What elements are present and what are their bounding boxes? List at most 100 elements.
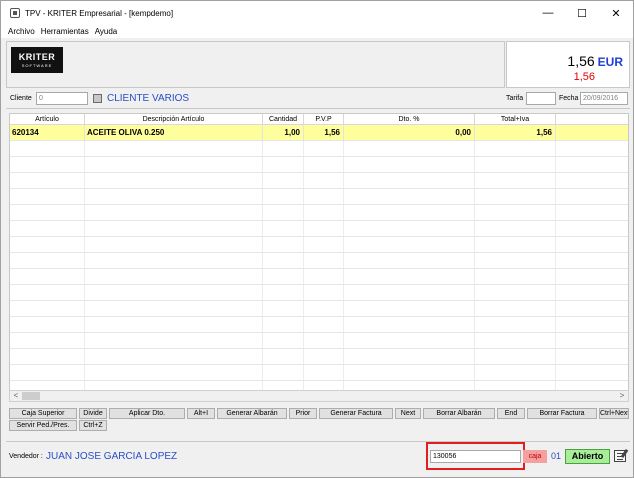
divide-button[interactable]: Divide <box>79 408 107 419</box>
generar-factura-button[interactable]: Generar Factura <box>319 408 393 419</box>
empty-table-row[interactable] <box>10 157 628 173</box>
client-row: Cliente 0 CLIENTE VARIOS Tarifa Fecha 20… <box>6 89 630 109</box>
empty-table-row[interactable] <box>10 333 628 349</box>
fecha-label: Fecha <box>559 95 579 102</box>
grid-header: Artículo Descripción Artículo Cantidad P… <box>10 114 628 125</box>
client-label: Cliente <box>10 95 32 102</box>
empty-cell <box>85 173 263 189</box>
next-button[interactable]: Next <box>395 408 421 419</box>
table-row[interactable]: 620134 ACEITE OLIVA 0.250 1,00 1,56 0,00… <box>10 125 628 141</box>
col-pvp[interactable]: P.V.P <box>304 114 344 125</box>
logo-main-text: KRITER <box>18 52 56 62</box>
empty-table-row[interactable] <box>10 349 628 365</box>
empty-cell <box>304 189 344 205</box>
scroll-thumb[interactable] <box>22 392 40 400</box>
empty-cell <box>10 189 85 205</box>
empty-cell <box>263 237 304 253</box>
col-cantidad[interactable]: Cantidad <box>263 114 304 125</box>
empty-cell <box>85 269 263 285</box>
vendor-name: JUAN JOSE GARCIA LOPEZ <box>46 451 178 462</box>
empty-cell <box>85 157 263 173</box>
empty-cell <box>263 349 304 365</box>
empty-table-row[interactable] <box>10 301 628 317</box>
col-articulo[interactable]: Artículo <box>10 114 85 125</box>
caja-label: caja <box>523 450 547 463</box>
kriter-logo: KRITER SOFTWARE <box>11 47 63 73</box>
empty-cell <box>10 253 85 269</box>
alt-i-button[interactable]: Alt+I <box>187 408 215 419</box>
menu-ayuda[interactable]: Ayuda <box>95 27 118 36</box>
empty-table-row[interactable] <box>10 365 628 381</box>
cell-descripcion: ACEITE OLIVA 0.250 <box>85 125 263 141</box>
empty-cell <box>475 221 556 237</box>
empty-cell <box>85 141 263 157</box>
cell-pvp: 1,56 <box>304 125 344 141</box>
col-dto[interactable]: Dto. % <box>344 114 475 125</box>
tpv-window: TPV - KRITER Empresarial - [kempdemo] — … <box>0 0 634 478</box>
generar-albaran-button[interactable]: Generar Albarán <box>217 408 287 419</box>
ctrl-next-button[interactable]: Ctrl+Next <box>599 408 629 419</box>
cell-cantidad: 1,00 <box>263 125 304 141</box>
scroll-left-arrow[interactable]: < <box>10 391 22 401</box>
empty-table-row[interactable] <box>10 253 628 269</box>
minimize-button[interactable]: — <box>531 1 565 25</box>
total-amount: 1,56 <box>567 53 595 69</box>
menu-archivo[interactable]: Archivo <box>8 27 35 36</box>
empty-cell <box>263 253 304 269</box>
end-button[interactable]: End <box>497 408 525 419</box>
empty-cell <box>304 253 344 269</box>
maximize-button[interactable]: ☐ <box>565 1 599 25</box>
empty-cell <box>263 301 304 317</box>
scroll-right-arrow[interactable]: > <box>616 391 628 401</box>
empty-cell <box>344 253 475 269</box>
empty-cell <box>304 333 344 349</box>
caja-superior-button[interactable]: Caja Superior <box>9 408 77 419</box>
close-button[interactable]: ✕ <box>599 1 633 25</box>
lines-grid[interactable]: Artículo Descripción Artículo Cantidad P… <box>9 113 629 391</box>
edit-icon[interactable] <box>614 450 626 462</box>
empty-table-row[interactable] <box>10 269 628 285</box>
window-title: TPV - KRITER Empresarial - [kempdemo] <box>25 8 174 18</box>
client-code-field[interactable]: 0 <box>36 92 88 105</box>
client-checkbox[interactable] <box>93 94 102 103</box>
barcode-input[interactable]: 130056 <box>430 450 521 463</box>
empty-table-row[interactable] <box>10 285 628 301</box>
empty-cell <box>344 333 475 349</box>
ctrl-z-button[interactable]: Ctrl+Z <box>79 420 107 431</box>
empty-table-row[interactable] <box>10 189 628 205</box>
title-bar: TPV - KRITER Empresarial - [kempdemo] — … <box>1 1 633 25</box>
empty-table-row[interactable] <box>10 221 628 237</box>
empty-cell <box>263 141 304 157</box>
horizontal-scrollbar[interactable]: < > <box>9 390 629 402</box>
col-descripcion[interactable]: Descripción Artículo <box>85 114 263 125</box>
col-total[interactable]: Total+Iva <box>475 114 556 125</box>
empty-cell <box>344 189 475 205</box>
fecha-field[interactable]: 20/09/2016 <box>580 92 628 105</box>
menu-bar: Archivo Herramientas Ayuda <box>1 25 633 38</box>
empty-cell <box>304 173 344 189</box>
empty-cell <box>344 269 475 285</box>
cell-articulo: 620134 <box>10 125 85 141</box>
menu-herramientas[interactable]: Herramientas <box>41 27 89 36</box>
prior-button[interactable]: Prior <box>289 408 317 419</box>
empty-table-row[interactable] <box>10 237 628 253</box>
empty-cell <box>475 173 556 189</box>
empty-table-row[interactable] <box>10 173 628 189</box>
borrar-albaran-button[interactable]: Borrar Albarán <box>423 408 495 419</box>
servir-ped-pres-button[interactable]: Servir Ped./Pres. <box>9 420 77 431</box>
empty-cell <box>344 237 475 253</box>
empty-cell <box>85 333 263 349</box>
empty-cell <box>475 365 556 381</box>
empty-table-row[interactable] <box>10 141 628 157</box>
borrar-factura-button[interactable]: Borrar Factura <box>527 408 597 419</box>
aplicar-dto-button[interactable]: Aplicar Dto. <box>109 408 185 419</box>
empty-cell <box>304 237 344 253</box>
tarifa-field[interactable] <box>526 92 556 105</box>
cell-total: 1,56 <box>475 125 556 141</box>
empty-table-row[interactable] <box>10 317 628 333</box>
empty-table-row[interactable] <box>10 205 628 221</box>
app-icon <box>10 8 20 18</box>
empty-cell <box>344 205 475 221</box>
empty-cell <box>10 349 85 365</box>
empty-cell <box>304 205 344 221</box>
